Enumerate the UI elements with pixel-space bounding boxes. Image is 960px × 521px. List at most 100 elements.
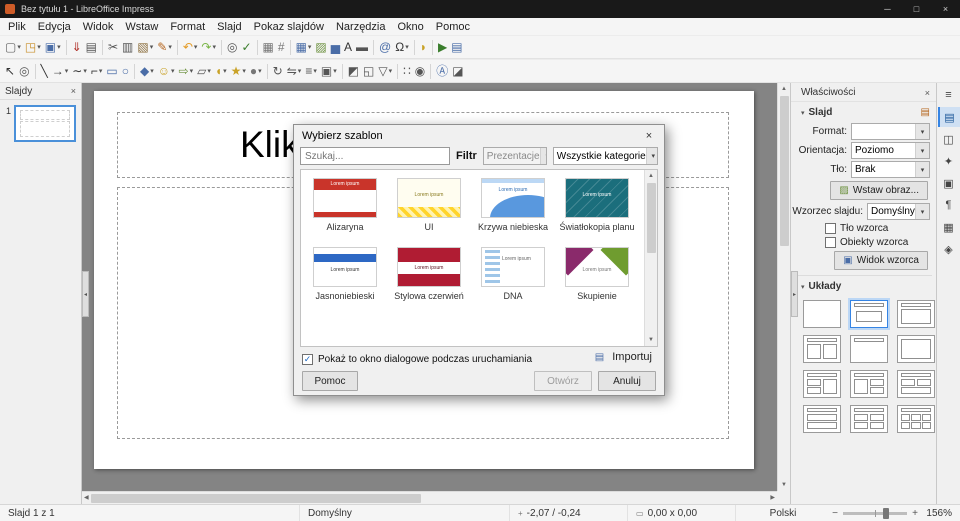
insert-table-icon[interactable]: ▦▾ [294,37,314,57]
template-krzywa[interactable]: Lorem ipsumKrzywa niebieska [471,178,555,233]
layout-title-slide[interactable] [850,300,888,328]
master-view-button[interactable]: ▣ Widok wzorca [834,251,928,270]
filter-category-caret-icon[interactable]: ▾ [646,148,658,164]
dialog-titlebar[interactable]: Wybierz szablon × [294,125,664,146]
master-slide-select[interactable]: Domyślny ▾ [867,203,930,220]
new-document-dropdown-icon[interactable]: ▾ [17,43,21,51]
snap-guides-icon[interactable]: # [276,37,287,57]
header-footer-icon[interactable]: ▬ [354,37,370,57]
block-arrows-dropdown-icon[interactable]: ▾ [190,67,194,75]
stars-icon[interactable]: ★▾ [229,61,248,81]
block-arrows-icon[interactable]: ⇨▾ [177,61,196,81]
vertical-scrollbar[interactable]: ▲ ▼ [777,83,790,491]
slide-section-more-icon[interactable]: ▤ [921,107,930,118]
sidebar-tab-master-slides[interactable]: ▣ [938,173,960,193]
layouts-section-collapse-icon[interactable]: ▾ [801,283,805,291]
layout-blank[interactable] [803,300,841,328]
menubar-item-3[interactable]: Wstaw [119,20,164,34]
zoom-slider[interactable] [843,512,907,515]
menubar-item-2[interactable]: Widok [77,20,120,34]
close-button[interactable]: × [931,0,960,18]
sidebar-collapse-handle[interactable]: ▸ [791,271,798,317]
fontwork-icon[interactable]: Ⓐ [434,61,450,81]
lines-arrows-dropdown-icon[interactable]: ▾ [65,67,69,75]
connector-dropdown-icon[interactable]: ▾ [99,67,103,75]
redo-icon[interactable]: ↷▾ [199,37,218,57]
extrusion-icon[interactable]: ◪ [450,61,465,81]
symbol-shapes-icon[interactable]: ☺▾ [156,61,177,81]
horizontal-scroll-thumb[interactable] [91,494,421,503]
glue-points-icon[interactable]: ◉ [413,61,427,81]
background-select-caret-icon[interactable]: ▾ [915,162,929,177]
align-icon[interactable]: ≡▾ [303,61,319,81]
master-objects-checkbox-box[interactable] [825,237,836,248]
zoom-pan-icon[interactable]: ◎ [17,61,31,81]
3d-objects-icon[interactable]: ●▾ [248,61,264,81]
3d-objects-dropdown-icon[interactable]: ▾ [258,67,262,75]
slides-panel-collapse-handle[interactable]: ◂ [82,271,89,317]
zoom-in-button[interactable]: + [910,508,920,519]
insert-line-icon[interactable]: ╲ [39,61,50,81]
scroll-down-icon[interactable]: ▼ [781,480,787,490]
slide-1-thumbnail[interactable] [14,105,76,142]
zoom-slider-thumb[interactable] [883,508,889,519]
statusbar-language[interactable]: Polski [762,505,805,521]
redo-dropdown-icon[interactable]: ▾ [212,43,216,51]
symbol-shapes-dropdown-icon[interactable]: ▾ [171,67,175,75]
scroll-right-icon[interactable]: ▶ [770,493,775,503]
sidebar-tab-gallery[interactable]: ▦ [938,217,960,237]
template-alizaryna[interactable]: Lorem ipsumAlizaryna [303,178,387,233]
flowchart-icon[interactable]: ▱▾ [195,61,213,81]
maximize-button[interactable]: □ [902,0,931,18]
layout-title-only[interactable] [850,335,888,363]
format-select[interactable]: ▾ [851,123,930,140]
save-icon[interactable]: ▣▾ [43,37,63,57]
template-list-scrollbar[interactable]: ▲ ▼ [644,170,657,346]
ellipse-icon[interactable]: ○ [120,61,131,81]
scroll-left-icon[interactable]: ◀ [84,493,89,503]
template-scroll-up-icon[interactable]: ▲ [648,171,654,181]
insert-chart-icon[interactable]: ▅ [329,37,342,57]
layout-title-content-over-content[interactable] [803,405,841,433]
flip-dropdown-icon[interactable]: ▾ [298,67,302,75]
zoom-value[interactable]: 156% [924,508,960,519]
show-dialog-checkbox-box[interactable]: ✓ [302,354,313,365]
master-select-caret-icon[interactable]: ▾ [915,204,929,219]
layout-title-content[interactable] [897,300,935,328]
template-skupienie[interactable]: Lorem ipsumSkupienie [555,247,639,302]
menubar-item-9[interactable]: Pomoc [430,20,476,34]
master-background-checkbox-box[interactable] [825,223,836,234]
hyperlink-icon[interactable]: @ [377,37,393,57]
template-search-input[interactable] [300,147,450,165]
filter-category-select[interactable]: Wszystkie kategorie ▾ [553,147,658,165]
stars-dropdown-icon[interactable]: ▾ [242,67,246,75]
display-grid-icon[interactable]: ▦ [261,37,276,57]
start-slideshow-icon[interactable]: ▶ [436,37,449,57]
shadow-icon[interactable]: ◩ [346,61,361,81]
sidebar-tab-navigator[interactable]: ◈ [938,239,960,259]
special-character-icon[interactable]: Ω▾ [393,37,411,57]
arrange-icon[interactable]: ▣▾ [319,61,339,81]
open-icon[interactable]: ◳▾ [23,37,43,57]
horizontal-scrollbar[interactable]: ◀ ▶ [82,491,777,504]
master-background-checkbox[interactable]: Tło wzorca [825,223,936,234]
cancel-button[interactable]: Anuluj [598,371,656,391]
scroll-up-icon[interactable]: ▲ [781,84,787,94]
find-replace-icon[interactable]: ◎ [225,37,239,57]
master-objects-checkbox[interactable]: Obiekty wzorca [825,237,936,248]
insert-table-dropdown-icon[interactable]: ▾ [308,43,312,51]
basic-shapes-icon[interactable]: ◆▾ [138,61,156,81]
print-icon[interactable]: ▤ [84,37,99,57]
copy-icon[interactable]: ▥ [120,37,135,57]
show-dialog-checkbox[interactable]: ✓ Pokaż to okno dialogowe podczas urucha… [302,354,532,365]
template-ui[interactable]: Lorem ipsumUI [387,178,471,233]
layouts-section-header[interactable]: ▾ Układy [791,276,936,295]
insert-image-button[interactable]: ▨ Wstaw obraz... [830,181,928,200]
menubar-item-0[interactable]: Plik [2,20,32,34]
edit-points-icon[interactable]: ∷ [401,61,413,81]
template-dna[interactable]: Lorem ipsumDNA [471,247,555,302]
orientation-select[interactable]: Poziomo ▾ [851,142,930,159]
import-button[interactable]: ▤ Importuj [595,351,652,363]
slides-panel-close-icon[interactable]: × [71,86,76,96]
curve-icon[interactable]: ∼▾ [70,61,89,81]
